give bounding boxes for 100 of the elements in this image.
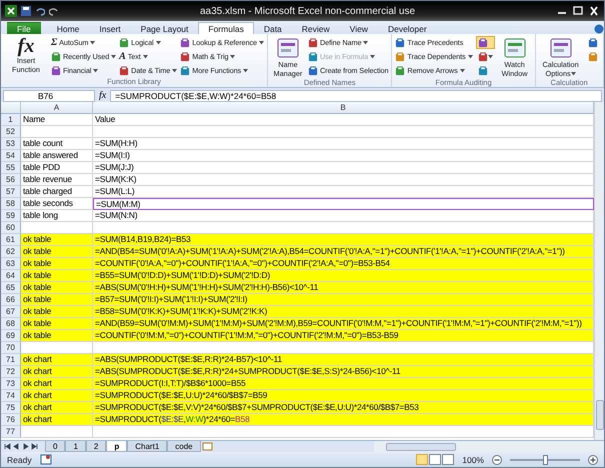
table-cell: ok table bbox=[21, 330, 93, 342]
row-header[interactable]: 56 bbox=[1, 174, 21, 186]
row-header[interactable]: 61 bbox=[1, 234, 21, 246]
macro-record-icon[interactable] bbox=[40, 454, 52, 465]
row-header[interactable]: 52 bbox=[1, 126, 21, 138]
command-icon bbox=[308, 38, 318, 48]
table-cell: =B55=SUM('0'!D:D)+SUM('1'!D:D)+SUM('2'!D:D) bbox=[93, 270, 594, 282]
ribbon-tab[interactable]: Home bbox=[46, 22, 90, 34]
ribbon-tab[interactable]: Review bbox=[292, 22, 340, 34]
row-header[interactable]: 76 bbox=[1, 414, 21, 426]
sheet-tab[interactable]: 0 bbox=[45, 441, 66, 452]
table-cell: =SUMPRODUCT($E:$E,W:W)*24*60=B58 bbox=[93, 414, 594, 426]
row-header[interactable]: 68 bbox=[1, 318, 21, 330]
sheet-tab[interactable]: p bbox=[106, 441, 128, 452]
command-icon bbox=[51, 52, 61, 62]
table-cell: ok chart bbox=[21, 402, 93, 414]
row-header[interactable]: 62 bbox=[1, 246, 21, 258]
sheet-tab[interactable]: 2 bbox=[86, 441, 106, 452]
row-header[interactable]: 67 bbox=[1, 306, 21, 318]
horizontal-scrollbar[interactable] bbox=[374, 441, 604, 452]
help-icon[interactable] bbox=[594, 24, 604, 34]
sheet-tab[interactable]: Chart1 bbox=[127, 441, 168, 452]
table-cell: =AND(B54=SUM('0'!A:A)+SUM('1'!A:A)+SUM('2'!A:A),B54=COUNTIF('0'!A:A,"=1")+COUNTIF('1'!A:A,"=1")+COUNTIF('2'!A:A,"=1")) bbox=[93, 246, 594, 258]
command-icon bbox=[502, 36, 528, 60]
undo-icon[interactable] bbox=[35, 6, 45, 16]
table-cell: =SUMPRODUCT($E:$E,V:V)*24*60/$B$7+SUMPRODUCT($E:$E,U:U)*24*60/$B$7=B53 bbox=[93, 402, 594, 414]
row-header[interactable]: 72 bbox=[1, 366, 21, 378]
table-cell: table count bbox=[21, 138, 93, 150]
command-icon bbox=[274, 36, 301, 60]
row-header[interactable]: 70 bbox=[1, 342, 21, 354]
ribbon-tab[interactable]: Data bbox=[254, 22, 292, 34]
row-header[interactable]: 54 bbox=[1, 150, 21, 162]
table-cell: Name bbox=[21, 114, 93, 126]
command-icon bbox=[308, 52, 318, 62]
table-cell: ok table bbox=[21, 270, 93, 282]
table-cell: =SUM(B14,B19,B24)=B53 bbox=[93, 234, 594, 246]
formula-field[interactable]: =SUMPRODUCT($E:$E,W:W)*24*60=B58 bbox=[110, 90, 602, 102]
row-header[interactable]: 57 bbox=[1, 186, 21, 198]
save-icon[interactable] bbox=[21, 6, 31, 16]
redo-icon[interactable] bbox=[49, 6, 59, 16]
row-header[interactable]: 77 bbox=[1, 426, 21, 438]
row-header[interactable]: 64 bbox=[1, 270, 21, 282]
table-cell: =COUNTIF('0'!M:M,"=0")+COUNTIF('1'!M:M,"=0")+COUNTIF('2'!M:M,"=0")=B53-B59 bbox=[93, 330, 594, 342]
name-box[interactable]: B76 bbox=[3, 90, 95, 102]
sheet-tab[interactable]: code bbox=[167, 441, 201, 452]
row-header[interactable]: 58 bbox=[1, 198, 21, 210]
maximize-icon[interactable] bbox=[572, 6, 584, 16]
zoom-level[interactable]: 100% bbox=[462, 454, 484, 464]
table-cell: =SUM(J:J) bbox=[93, 162, 594, 174]
ribbon-tab[interactable]: View bbox=[340, 22, 378, 34]
column-header[interactable]: B bbox=[93, 102, 594, 114]
ribbon-tab[interactable]: Formulas bbox=[198, 22, 254, 34]
row-header[interactable]: 71 bbox=[1, 354, 21, 366]
close-icon[interactable] bbox=[588, 6, 600, 16]
ribbon-tab[interactable]: Insert bbox=[89, 22, 131, 34]
row-header[interactable]: 53 bbox=[1, 138, 21, 150]
insert-function-button[interactable]: fx bbox=[99, 90, 106, 101]
row-header[interactable]: 73 bbox=[1, 378, 21, 390]
table-cell: table PDD bbox=[21, 162, 93, 174]
row-header[interactable]: 60 bbox=[1, 222, 21, 234]
command-icon bbox=[308, 66, 318, 76]
table-cell: table long bbox=[21, 210, 93, 222]
command-icon bbox=[180, 66, 190, 76]
row-header[interactable]: 59 bbox=[1, 210, 21, 222]
new-sheet-icon[interactable] bbox=[200, 441, 215, 452]
command-icon bbox=[588, 38, 598, 48]
ribbon-tab[interactable]: Developer bbox=[378, 22, 437, 34]
row-header[interactable]: 69 bbox=[1, 330, 21, 342]
function-icon: fx bbox=[18, 36, 34, 56]
table-cell: Value bbox=[93, 114, 594, 126]
command-icon bbox=[51, 66, 61, 76]
table-cell: =SUM(L:L) bbox=[93, 186, 594, 198]
command-icon bbox=[119, 66, 130, 76]
symbol-icon: A bbox=[119, 52, 126, 62]
zoom-out-icon[interactable] bbox=[492, 454, 502, 464]
row-header[interactable]: 55 bbox=[1, 162, 21, 174]
row-header[interactable]: 75 bbox=[1, 402, 21, 414]
table-cell: ok table bbox=[21, 318, 93, 330]
toolbar-button[interactable] bbox=[476, 36, 495, 49]
row-header[interactable]: 66 bbox=[1, 294, 21, 306]
view-buttons-icon[interactable] bbox=[416, 454, 454, 465]
command-icon bbox=[478, 38, 488, 48]
zoom-in-icon[interactable] bbox=[588, 454, 598, 464]
ribbon-tab[interactable]: Page Layout bbox=[130, 22, 198, 34]
table-cell: ok chart bbox=[21, 414, 93, 426]
zoom-thumb[interactable] bbox=[543, 454, 548, 464]
vertical-scrollbar[interactable] bbox=[594, 102, 604, 440]
command-icon bbox=[180, 38, 190, 48]
table-cell: ok table bbox=[21, 246, 93, 258]
row-header[interactable]: 1 bbox=[1, 114, 21, 126]
file-menu-tab[interactable]: File bbox=[7, 22, 41, 34]
command-icon bbox=[478, 66, 488, 76]
row-header[interactable]: 74 bbox=[1, 390, 21, 402]
column-header[interactable]: A bbox=[21, 102, 93, 114]
command-icon bbox=[119, 38, 130, 48]
app-icon bbox=[5, 5, 17, 17]
table-cell: ok table bbox=[21, 282, 93, 294]
sheet-tab[interactable]: 1 bbox=[65, 441, 86, 452]
row-header[interactable]: 65 bbox=[1, 282, 21, 294]
row-header[interactable]: 63 bbox=[1, 258, 21, 270]
